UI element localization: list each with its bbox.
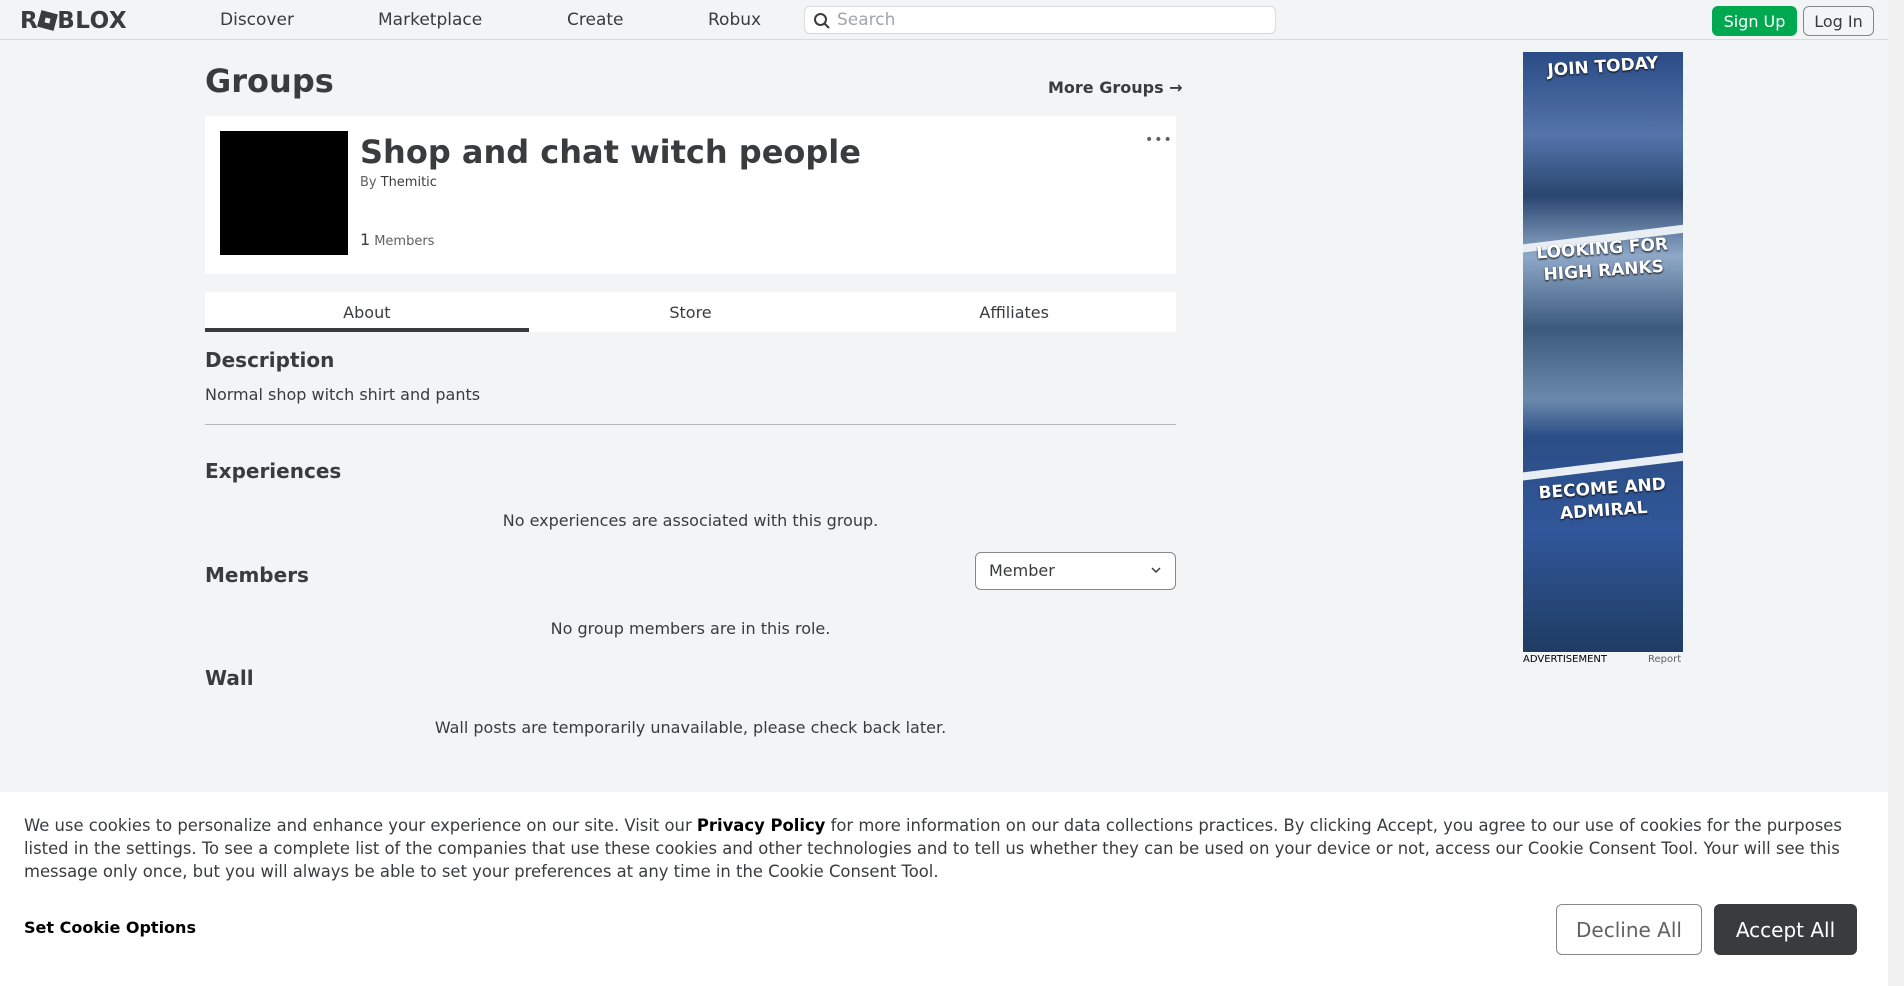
role-selected-value: Member	[989, 561, 1055, 580]
group-emblem	[220, 131, 348, 255]
advertisement-label: ADVERTISEMENT	[1523, 654, 1608, 665]
description-text: Normal shop witch shirt and pants	[205, 385, 481, 404]
by-label: By	[360, 175, 377, 190]
cookie-message: We use cookies to personalize and enhanc…	[24, 814, 1864, 883]
sign-up-button[interactable]: Sign Up	[1712, 6, 1797, 36]
ad-report-link[interactable]: Report	[1648, 654, 1681, 665]
advertisement-banner[interactable]: JOIN TODAY LOOKING FOR HIGH RANKS BECOME…	[1523, 52, 1683, 652]
tab-store[interactable]: Store	[529, 292, 853, 332]
nav-marketplace[interactable]: Marketplace	[378, 10, 482, 30]
roblox-logo[interactable]: R BLOX	[20, 8, 127, 34]
page-title: Groups	[205, 62, 334, 100]
nav-discover[interactable]: Discover	[220, 10, 294, 30]
cookie-consent-banner: We use cookies to personalize and enhanc…	[0, 792, 1888, 986]
accept-all-button[interactable]: Accept All	[1714, 904, 1857, 955]
ad-panel-1-text: JOIN TODAY	[1546, 53, 1660, 81]
experiences-empty-message: No experiences are associated with this …	[502, 511, 879, 530]
members-empty-message: No group members are in this role.	[550, 619, 831, 638]
log-in-button[interactable]: Log In	[1803, 6, 1874, 36]
ad-panel-3-text: BECOME AND ADMIRAL	[1537, 474, 1667, 525]
logo-mark-icon	[37, 10, 59, 31]
divider	[205, 424, 1176, 425]
nav-create[interactable]: Create	[567, 10, 624, 30]
group-header-card: Shop and chat witch people By Themitic 1M…	[205, 116, 1176, 274]
top-nav-bar: R BLOX Discover Marketplace Create Robux …	[0, 0, 1888, 40]
member-count: 1 Members	[360, 230, 434, 249]
members-label: Members	[374, 234, 435, 249]
more-groups-link[interactable]: More Groups →	[1048, 78, 1183, 97]
search-box[interactable]	[804, 6, 1276, 34]
member-count-value: 1	[360, 230, 371, 249]
members-heading: Members	[205, 563, 309, 587]
privacy-policy-link[interactable]: Privacy Policy	[697, 816, 825, 835]
tab-about[interactable]: About	[205, 292, 529, 332]
cookie-text-before: We use cookies to personalize and enhanc…	[24, 816, 697, 835]
experiences-heading: Experiences	[205, 459, 342, 483]
wall-unavailable-message: Wall posts are temporarily unavailable, …	[434, 718, 947, 737]
group-tabs: About Store Affiliates	[205, 292, 1176, 332]
chevron-down-icon	[1151, 567, 1161, 574]
wall-heading: Wall	[205, 666, 254, 690]
set-cookie-options-link[interactable]: Set Cookie Options	[24, 918, 196, 937]
decline-all-button[interactable]: Decline All	[1556, 904, 1702, 955]
group-owner-line: By Themitic	[360, 175, 437, 190]
nav-robux[interactable]: Robux	[708, 10, 761, 30]
group-name: Shop and chat witch people	[360, 133, 861, 171]
tab-affiliates[interactable]: Affiliates	[852, 292, 1176, 332]
owner-link[interactable]: Themitic	[381, 175, 437, 190]
search-input[interactable]	[837, 9, 1267, 31]
description-heading: Description	[205, 348, 335, 372]
role-dropdown[interactable]: Member	[975, 552, 1176, 590]
page-scrollbar[interactable]	[1888, 0, 1904, 986]
search-icon	[814, 13, 830, 29]
more-options-icon[interactable]: •••	[1145, 132, 1173, 148]
